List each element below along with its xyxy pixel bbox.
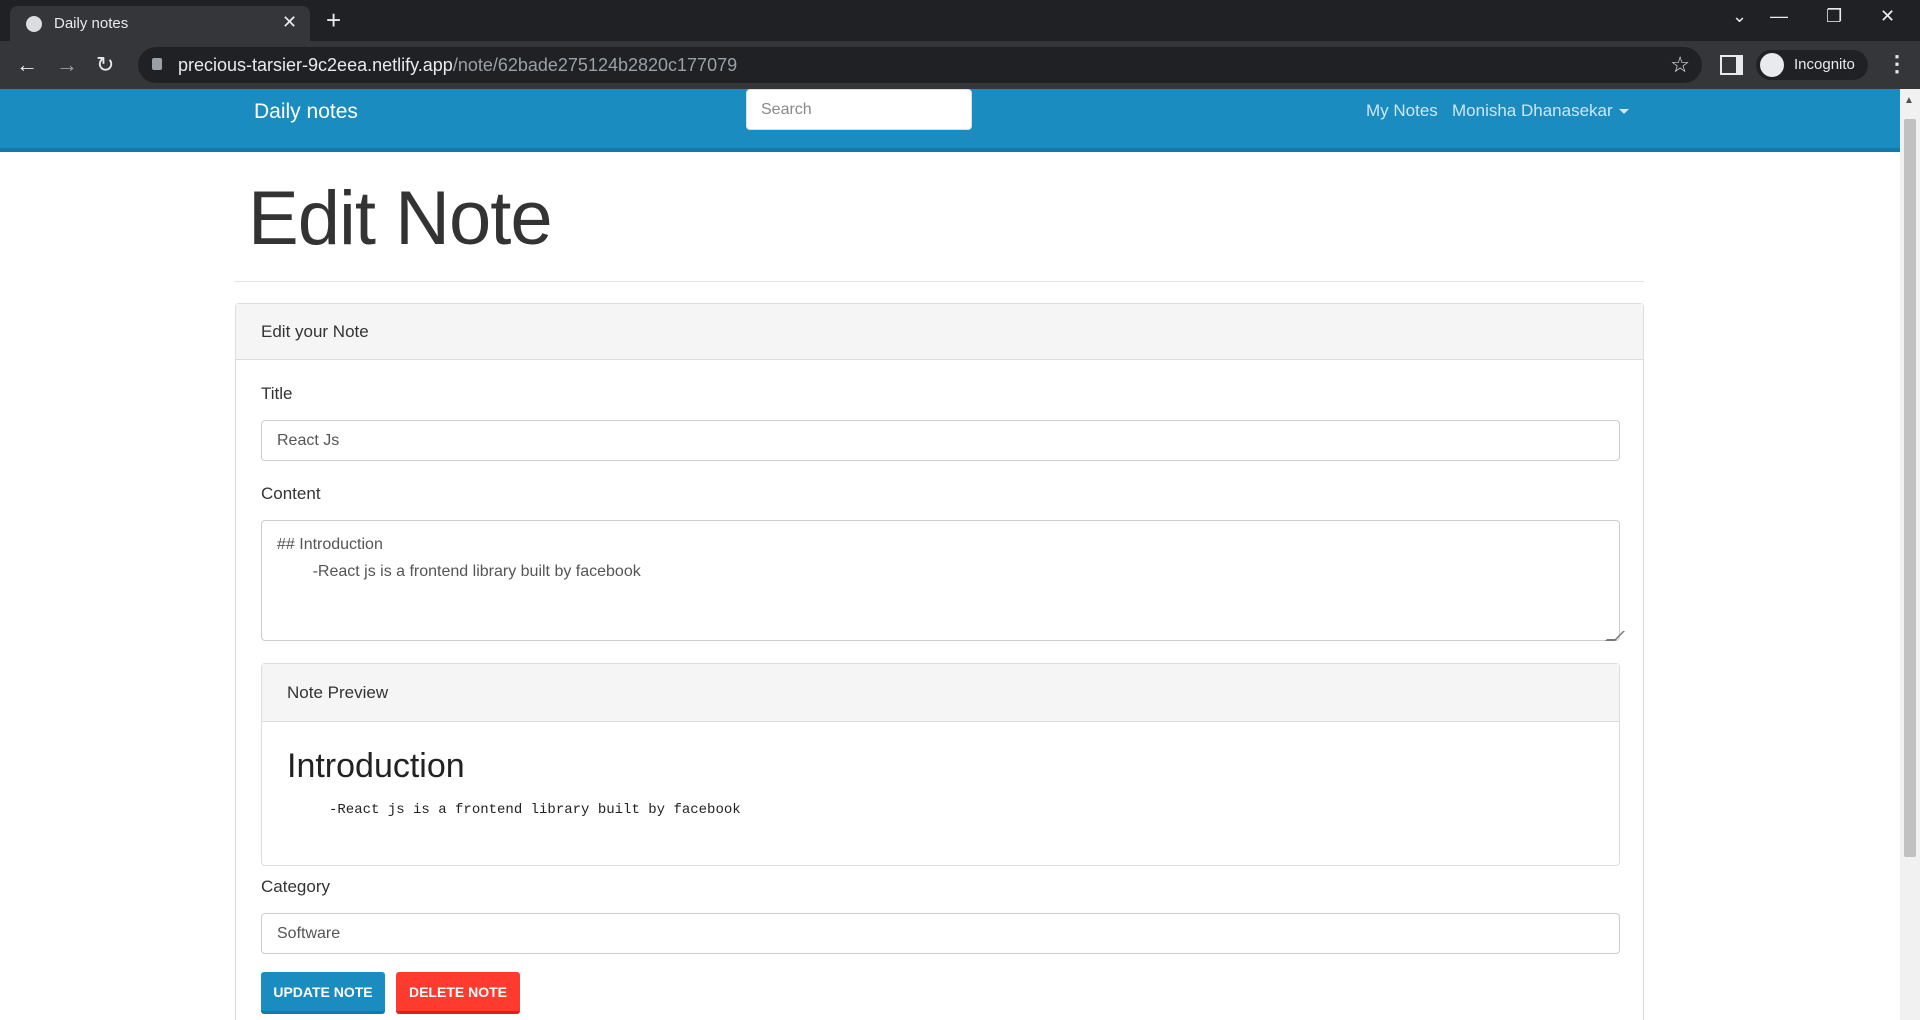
brand-link[interactable]: Daily notes [254, 100, 358, 124]
preview-header: Note Preview [262, 664, 1619, 722]
browser-menu-icon[interactable]: ⋮ [1886, 51, 1908, 77]
browser-toolbar: ← → ↻ precious-tarsier-9c2eea.netlify.ap… [0, 41, 1920, 89]
incognito-label: Incognito [1794, 56, 1855, 73]
address-bar[interactable]: precious-tarsier-9c2eea.netlify.app/note… [138, 47, 1702, 83]
card-header-text: Edit your Note [261, 322, 369, 341]
url-host: precious-tarsier-9c2eea.netlify.app [178, 55, 453, 75]
restore-icon[interactable]: ❐ [1826, 6, 1842, 27]
page-scrollbar[interactable]: ▲ [1900, 89, 1920, 1020]
globe-icon [26, 16, 42, 32]
minimize-icon[interactable]: — [1770, 6, 1788, 27]
my-notes-link[interactable]: My Notes [1366, 101, 1438, 121]
back-icon[interactable]: ← [16, 52, 38, 78]
forward-icon[interactable]: → [56, 52, 78, 78]
lock-icon [152, 58, 162, 70]
tab-search-icon[interactable]: ⌄ [1732, 6, 1747, 27]
user-name: Monisha Dhanasekar [1452, 101, 1613, 120]
content-label: Content [261, 484, 321, 503]
divider [234, 281, 1644, 282]
page-viewport: Daily notes My Notes Monisha Dhanasekar … [0, 89, 1900, 1020]
new-tab-icon[interactable]: + [326, 5, 341, 36]
tab-close-icon[interactable]: ✕ [282, 12, 297, 33]
preview-heading: Introduction [287, 747, 465, 785]
user-dropdown[interactable]: Monisha Dhanasekar [1452, 101, 1629, 121]
update-note-button[interactable]: UPDATE NOTE [261, 972, 385, 1014]
preview-code-block: -React js is a frontend library built by… [329, 802, 741, 818]
side-panel-icon[interactable] [1720, 55, 1743, 75]
window-close-icon[interactable]: ✕ [1880, 6, 1895, 27]
content-textarea[interactable]: ## Introduction -React js is a frontend … [261, 520, 1620, 641]
search-input[interactable] [746, 89, 972, 130]
incognito-badge[interactable]: Incognito [1756, 50, 1868, 80]
title-label: Title [261, 384, 293, 403]
tab-title: Daily notes [54, 15, 129, 32]
url-path: /note/62bade275124b2820c177079 [452, 55, 738, 75]
page-title: Edit Note [248, 176, 553, 261]
incognito-icon [1760, 53, 1784, 77]
browser-tab[interactable]: Daily notes ✕ [10, 6, 310, 41]
browser-tab-bar: Daily notes ✕ + ⌄ — ❐ ✕ [0, 0, 1920, 41]
bookmark-star-icon[interactable]: ☆ [1670, 52, 1690, 78]
app-navbar: Daily notes My Notes Monisha Dhanasekar [0, 89, 1900, 152]
edit-note-card: Edit your Note Title Content ## Introduc… [235, 303, 1644, 1020]
card-header: Edit your Note [236, 304, 1643, 360]
reload-icon[interactable]: ↻ [96, 52, 114, 78]
caret-down-icon [1618, 109, 1629, 115]
title-field[interactable] [261, 420, 1620, 461]
address-url[interactable]: precious-tarsier-9c2eea.netlify.app/note… [178, 55, 737, 76]
scrollbar-thumb[interactable] [1904, 119, 1916, 857]
category-label: Category [261, 877, 330, 896]
category-field[interactable] [261, 913, 1620, 954]
scroll-up-icon[interactable]: ▲ [1904, 95, 1914, 106]
preview-header-text: Note Preview [287, 683, 389, 702]
note-preview: Note Preview Introduction -React js is a… [261, 663, 1620, 866]
delete-note-button[interactable]: DELETE NOTE [396, 972, 520, 1014]
